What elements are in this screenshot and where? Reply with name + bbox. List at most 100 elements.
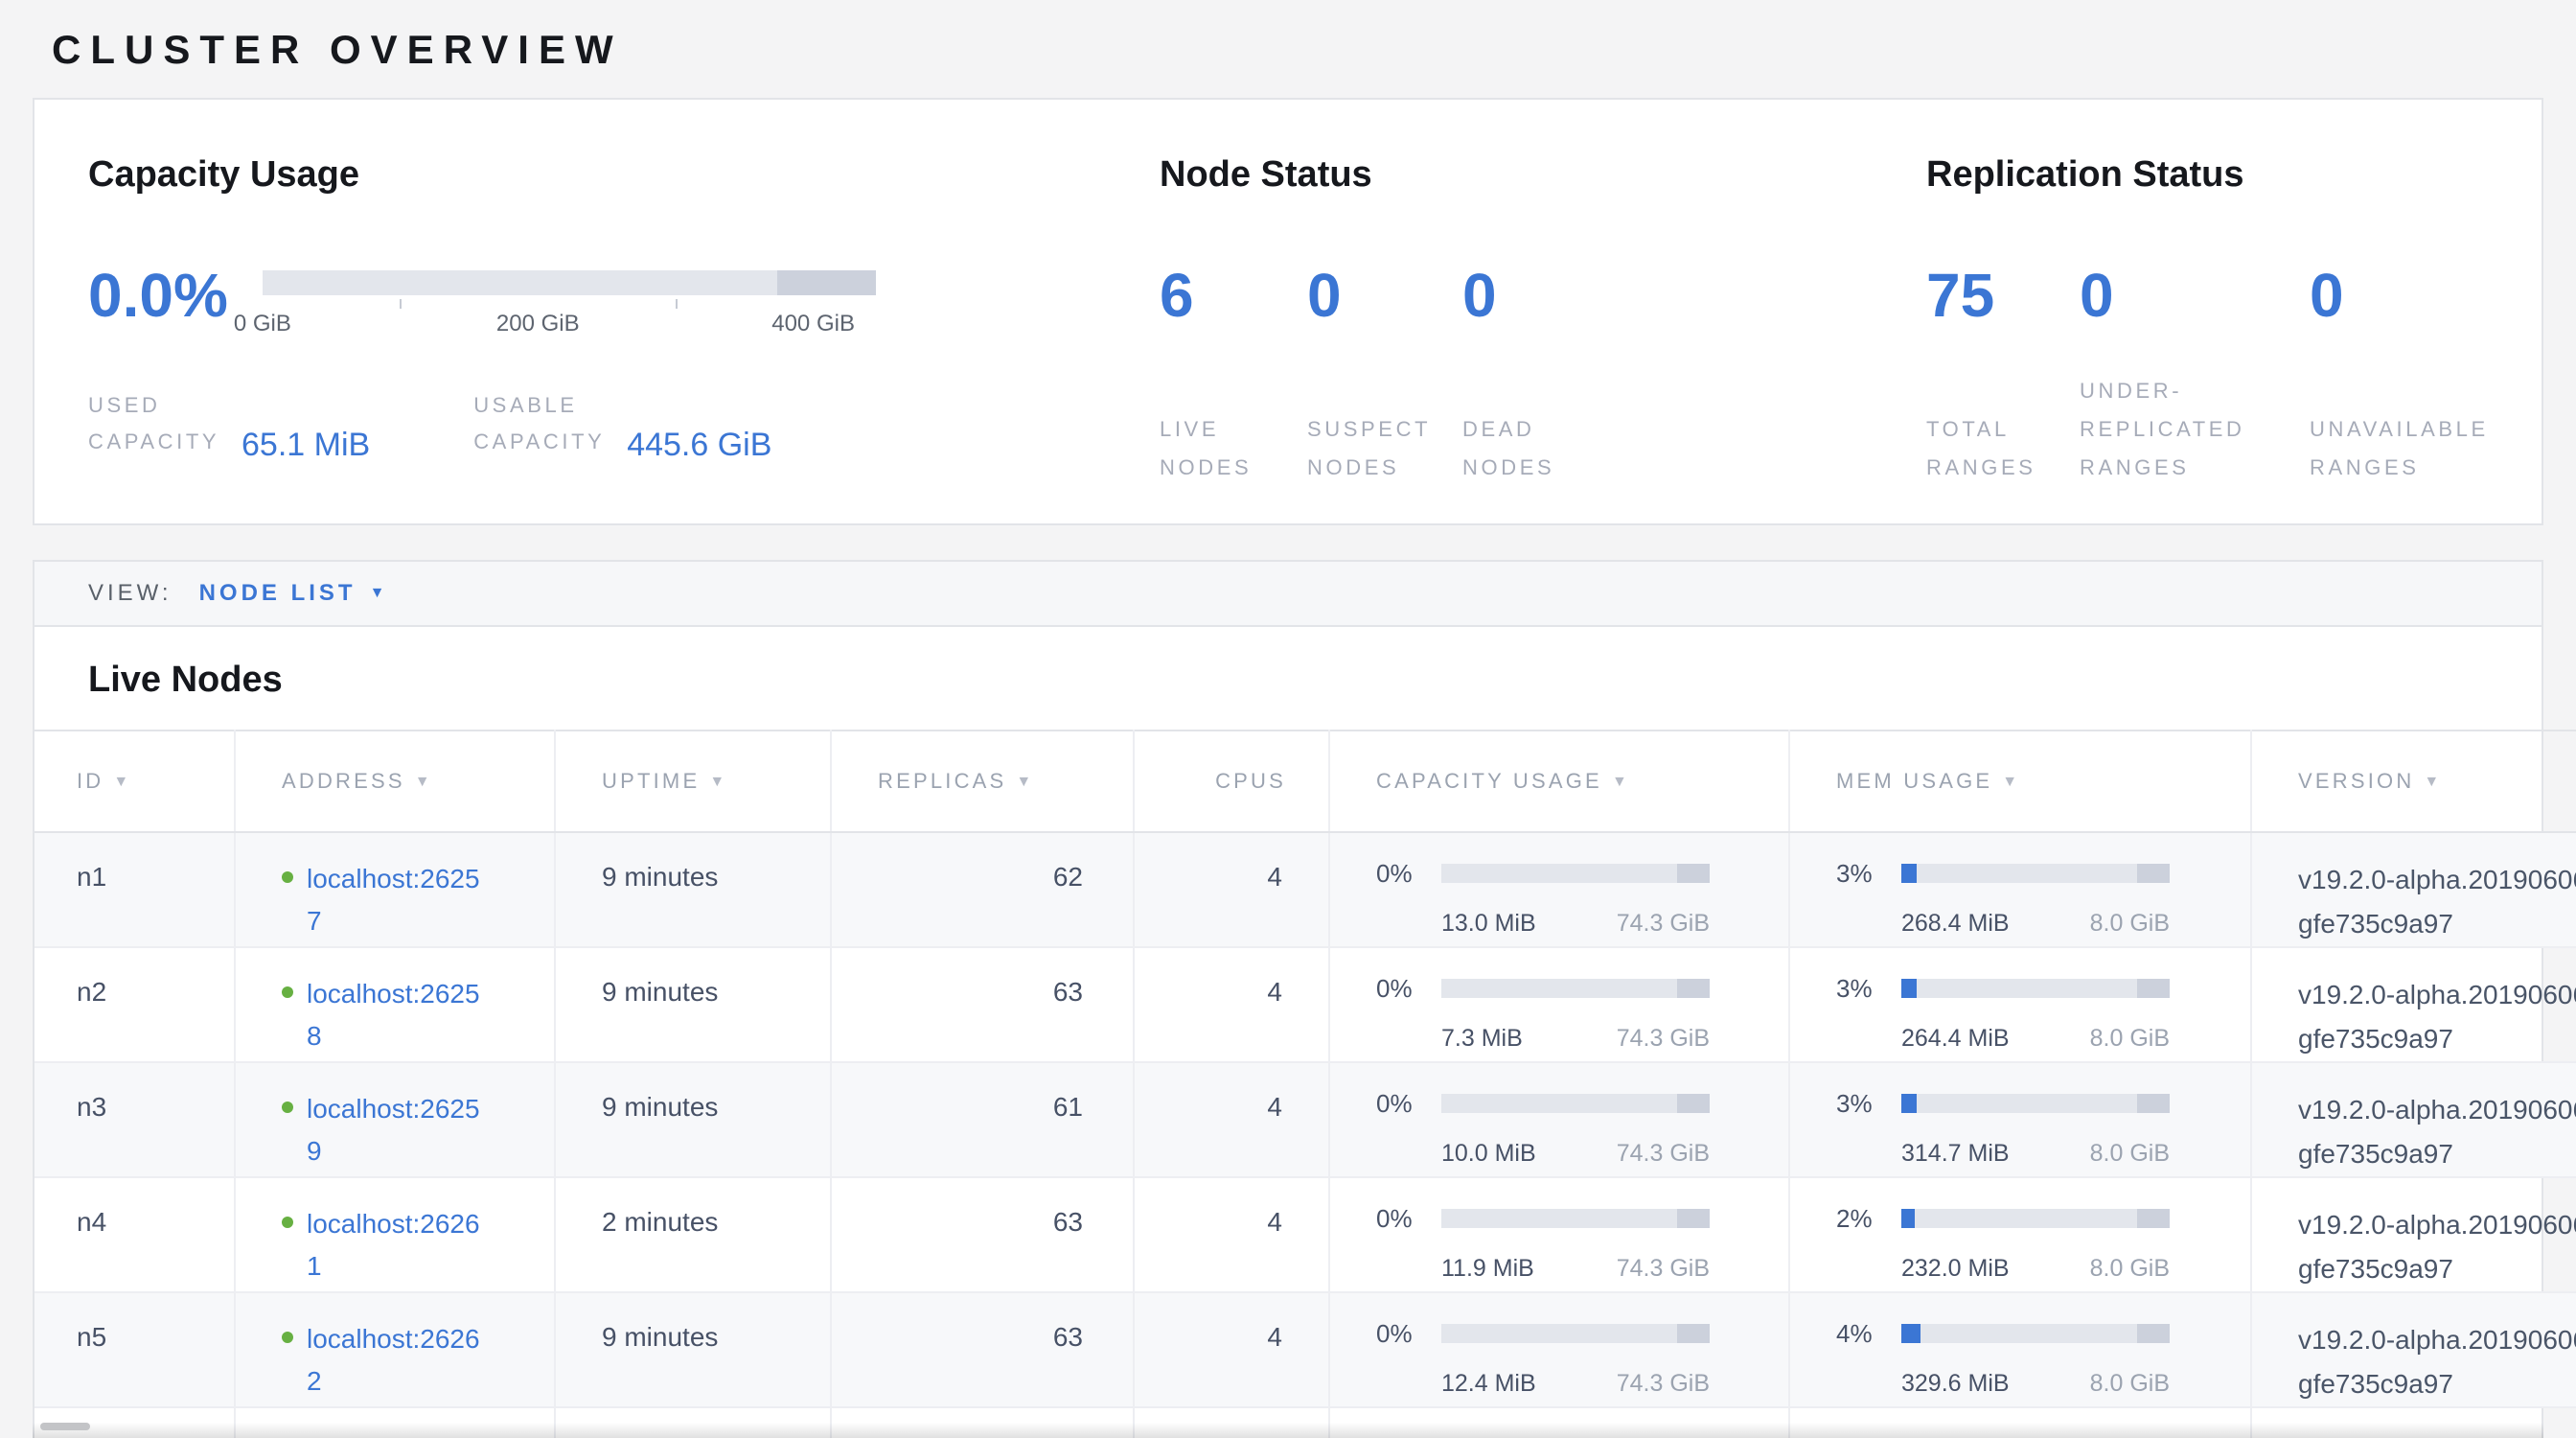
column-header-label: MEM USAGE bbox=[1836, 769, 1992, 793]
node-address-link[interactable]: localhost:26259 bbox=[307, 1088, 483, 1172]
node-cpus: 4 bbox=[1267, 862, 1282, 892]
capacity-axis: 0 GiB 200 GiB 400 GiB bbox=[263, 295, 876, 341]
node-cpus-cell: 4 bbox=[1134, 947, 1329, 1062]
node-replicas-cell: 62 bbox=[831, 832, 1134, 947]
mem-used: 232.0 MiB bbox=[1901, 1249, 2010, 1287]
axis-label-0: 0 GiB bbox=[234, 311, 291, 337]
column-header-label: CPUS bbox=[1215, 769, 1286, 793]
capacity-usage-cell: 0% 10.0 MiB 74.3 GiB bbox=[1329, 1062, 1789, 1177]
mem-usage-cell: 2% 232.0 MiB 8.0 GiB bbox=[1789, 1177, 2251, 1292]
table-row: n3 localhost:26259 9 minutes 61 4 0% 10.… bbox=[34, 1062, 2576, 1177]
node-version: v19.2.0-alpha.20190606-2491-gfe735c9a97 bbox=[2298, 1095, 2576, 1169]
node-address-cell: localhost:26258 bbox=[235, 947, 555, 1062]
node-uptime: 2 minutes bbox=[602, 1207, 718, 1237]
node-address-cell: localhost:26259 bbox=[235, 1062, 555, 1177]
node-health-dot-icon bbox=[282, 1102, 293, 1113]
node-uptime: 9 minutes bbox=[602, 1092, 718, 1122]
node-address-link[interactable]: localhost:26261 bbox=[307, 1203, 483, 1287]
capacity-used: 13.0 MiB bbox=[1441, 904, 1536, 942]
node-address-link[interactable]: localhost:26262 bbox=[307, 1318, 483, 1403]
table-row: n4 localhost:26261 2 minutes 63 4 0% 11.… bbox=[34, 1177, 2576, 1292]
capacity-percent: 0% bbox=[1376, 1314, 1434, 1353]
node-cpus-cell: 4 bbox=[1134, 1062, 1329, 1177]
under-replicated-ranges-label: UNDER-REPLICATED RANGES bbox=[2080, 372, 2271, 487]
capacity-percent: 0% bbox=[1376, 1084, 1434, 1123]
page-title: CLUSTER OVERVIEW bbox=[52, 27, 2543, 73]
node-status-section: Node Status 6 LIVE NODES 0 SUSPECT NODES… bbox=[1160, 153, 1926, 523]
column-header[interactable]: MEM USAGE ▼ bbox=[1789, 731, 2251, 832]
node-table-header-row: ID▼ ADDRESS▼ UPTIME▼ REPLICAS▼ CPUS CAPA… bbox=[34, 731, 2576, 832]
node-version-cell: v19.2.0-alpha.20190606-2491-gfe735c9a97 bbox=[2251, 947, 2576, 1062]
mem-total: 8.0 GiB bbox=[2090, 1249, 2170, 1287]
mem-percent: 3% bbox=[1836, 1084, 1894, 1123]
capacity-bar-dark-segment bbox=[1677, 1324, 1710, 1343]
capacity-bar-dark-segment bbox=[1677, 979, 1710, 998]
capacity-bar-dark-segment bbox=[1677, 1094, 1710, 1113]
capacity-usage-bar bbox=[1441, 864, 1710, 883]
dead-nodes-label: DEAD NODES bbox=[1462, 410, 1606, 487]
capacity-usage-bar bbox=[1441, 1094, 1710, 1113]
column-header[interactable]: ADDRESS▼ bbox=[235, 731, 555, 832]
sort-caret-icon: ▼ bbox=[113, 774, 131, 790]
node-uptime: 9 minutes bbox=[602, 862, 718, 892]
suspect-nodes-stat: 0 SUSPECT NODES bbox=[1307, 261, 1462, 487]
node-replicas: 62 bbox=[1053, 862, 1083, 892]
mem-used: 264.4 MiB bbox=[1901, 1019, 2010, 1057]
mem-bar-fill bbox=[1901, 979, 1917, 998]
axis-label-200: 200 GiB bbox=[496, 311, 580, 337]
capacity-bar-chart: 0 GiB 200 GiB 400 GiB bbox=[263, 270, 876, 341]
node-address-link[interactable]: localhost:26257 bbox=[307, 858, 483, 942]
mem-usage-cell: 3% 268.4 MiB 8.0 GiB bbox=[1789, 832, 2251, 947]
node-version: v19.2.0-alpha.20190606-2491-gfe735c9a97 bbox=[2298, 865, 2576, 939]
capacity-used: 10.0 MiB bbox=[1441, 1134, 1536, 1172]
capacity-total: 74.3 GiB bbox=[1617, 1249, 1710, 1287]
capacity-usage-bar bbox=[1441, 1324, 1710, 1343]
node-address-link[interactable]: localhost:26258 bbox=[307, 973, 483, 1057]
column-header[interactable]: ID▼ bbox=[34, 731, 235, 832]
node-health-dot-icon bbox=[282, 1332, 293, 1343]
suspect-nodes-value: 0 bbox=[1307, 261, 1462, 330]
total-ranges-stat: 75 TOTAL RANGES bbox=[1926, 261, 2080, 487]
live-nodes-value: 6 bbox=[1160, 261, 1307, 330]
unavailable-ranges-stat: 0 UNAVAILABLE RANGES bbox=[2310, 261, 2543, 487]
capacity-usage-title: Capacity Usage bbox=[88, 153, 1160, 196]
capacity-used: 7.3 MiB bbox=[1441, 1019, 1523, 1057]
node-id: n4 bbox=[77, 1207, 106, 1237]
used-capacity-stat: USED CAPACITY 65.1 MiB bbox=[88, 387, 370, 460]
column-header[interactable]: VERSION▼ bbox=[2251, 731, 2576, 832]
mem-bar-fill bbox=[1901, 1094, 1917, 1113]
node-cpus: 4 bbox=[1267, 1207, 1282, 1237]
column-header[interactable]: UPTIME▼ bbox=[555, 731, 831, 832]
capacity-total: 74.3 GiB bbox=[1617, 904, 1710, 942]
capacity-percent: 0% bbox=[1376, 1199, 1434, 1238]
node-health-dot-icon bbox=[282, 1217, 293, 1228]
node-id-cell: n2 bbox=[34, 947, 235, 1062]
node-uptime-cell: 9 minutes bbox=[555, 1292, 831, 1407]
capacity-bar-dark-segment bbox=[1677, 864, 1710, 883]
mem-percent: 3% bbox=[1836, 854, 1894, 893]
replication-status-section: Replication Status 75 TOTAL RANGES 0 UND… bbox=[1926, 153, 2543, 523]
column-header[interactable]: CAPACITY USAGE▼ bbox=[1329, 731, 1789, 832]
node-id-cell: n5 bbox=[34, 1292, 235, 1407]
mem-bar-fill bbox=[1901, 864, 1917, 883]
sort-caret-icon: ▼ bbox=[2002, 774, 2020, 790]
replication-status-title: Replication Status bbox=[1926, 153, 2543, 196]
mem-bar-dark-segment bbox=[2137, 864, 2170, 883]
mem-usage-bar bbox=[1901, 1209, 2170, 1228]
node-version-cell: v19.2.0-alpha.20190606-2491-gfe735c9a97 bbox=[2251, 1177, 2576, 1292]
mem-total: 8.0 GiB bbox=[2090, 1019, 2170, 1057]
column-header-label: ADDRESS bbox=[282, 769, 405, 793]
sort-caret-icon: ▼ bbox=[1612, 774, 1630, 790]
node-health-dot-icon bbox=[282, 986, 293, 998]
column-header[interactable]: REPLICAS▼ bbox=[831, 731, 1134, 832]
live-nodes-stat: 6 LIVE NODES bbox=[1160, 261, 1307, 487]
node-cpus-cell: 4 bbox=[1134, 1177, 1329, 1292]
node-cpus-cell: 4 bbox=[1134, 832, 1329, 947]
node-replicas: 61 bbox=[1053, 1092, 1083, 1122]
mem-used: 268.4 MiB bbox=[1901, 904, 2010, 942]
horizontal-scrollbar-thumb[interactable] bbox=[40, 1423, 90, 1430]
view-selector-dropdown[interactable]: NODE LIST ▼ bbox=[199, 580, 389, 607]
node-version: v19.2.0-alpha.20190606-2491-gfe735c9a97 bbox=[2298, 1325, 2576, 1399]
node-replicas: 63 bbox=[1053, 1207, 1083, 1237]
capacity-total: 74.3 GiB bbox=[1617, 1134, 1710, 1172]
